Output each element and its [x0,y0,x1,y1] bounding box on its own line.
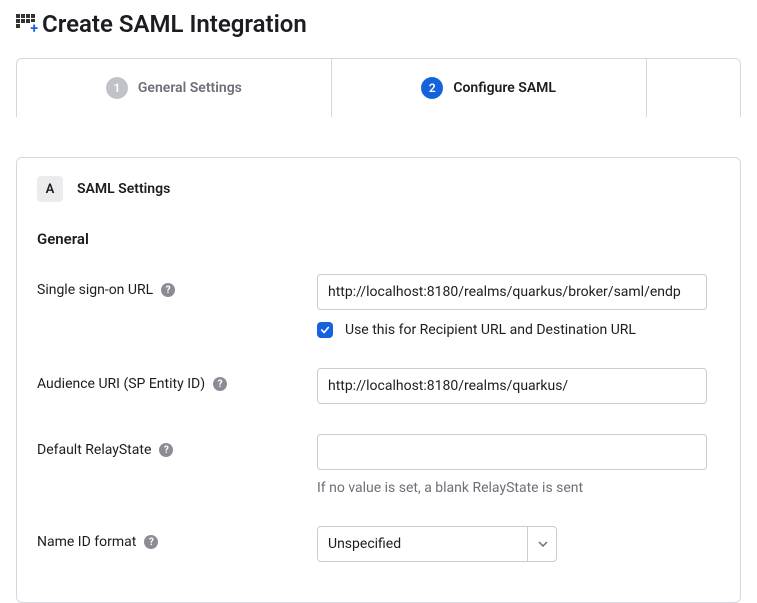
nameid-format-select[interactable]: Unspecified [317,526,557,562]
field-row-audience-uri: Audience URI (SP Entity ID) ? [37,368,720,404]
help-icon[interactable]: ? [159,443,173,457]
help-icon[interactable]: ? [161,283,175,297]
page-header: + Create SAML Integration [0,0,757,46]
check-icon [320,325,330,335]
panel-header: A SAML Settings [37,176,720,202]
use-for-recipient-checkbox[interactable] [317,322,333,338]
panel-title: SAML Settings [77,181,170,197]
apps-plus-icon: + [16,14,36,34]
step-number-badge: 2 [421,77,443,99]
label-sso-url: Single sign-on URL ? [37,274,317,298]
page-title: Create SAML Integration [42,10,307,38]
section-title-general: General [37,230,720,248]
step-number-badge: 1 [106,77,128,99]
wizard-step-configure-saml[interactable]: 2 Configure SAML [332,59,647,117]
select-value: Unspecified [317,526,557,562]
checkbox-label: Use this for Recipient URL and Destinati… [345,322,636,338]
label-text: Name ID format [37,534,136,550]
label-relaystate: Default RelayState ? [37,434,317,458]
label-text: Audience URI (SP Entity ID) [37,376,205,392]
label-text: Single sign-on URL [37,282,153,298]
saml-settings-panel: A SAML Settings General Single sign-on U… [16,157,741,603]
wizard-step-next[interactable] [647,59,740,117]
step-label: Configure SAML [453,80,556,96]
label-nameid-format: Name ID format ? [37,526,317,550]
field-row-sso-url: Single sign-on URL ? Use this for Recipi… [37,274,720,338]
help-icon[interactable]: ? [213,377,227,391]
relaystate-input[interactable] [317,434,707,470]
step-label: General Settings [138,80,242,96]
label-text: Default RelayState [37,442,151,458]
wizard-step-general-settings[interactable]: 1 General Settings [17,59,332,117]
audience-uri-input[interactable] [317,368,707,404]
field-row-nameid-format: Name ID format ? Unspecified [37,526,720,562]
sso-url-input[interactable] [317,274,707,310]
relaystate-help-text: If no value is set, a blank RelayState i… [317,480,720,496]
sso-url-checkbox-row: Use this for Recipient URL and Destinati… [317,322,720,338]
wizard-steps: 1 General Settings 2 Configure SAML [16,58,741,117]
field-row-relaystate: Default RelayState ? If no value is set,… [37,434,720,496]
label-audience-uri: Audience URI (SP Entity ID) ? [37,368,317,392]
help-icon[interactable]: ? [144,535,158,549]
panel-letter-badge: A [37,176,63,202]
